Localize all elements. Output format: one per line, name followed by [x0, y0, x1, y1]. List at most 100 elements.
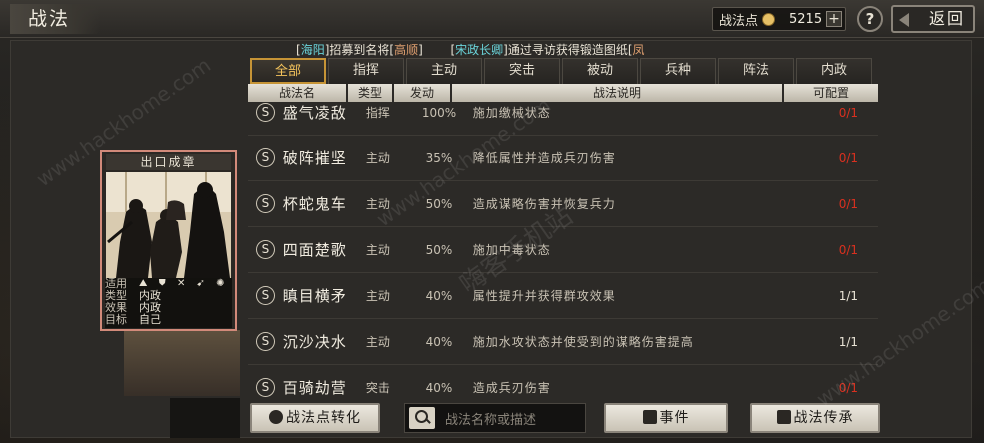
back-arrow-icon: [899, 13, 909, 27]
skill-rate: 50%: [425, 242, 453, 257]
skill-config-count: 1/1: [838, 334, 859, 349]
skill-description: 施加缴械状态: [472, 106, 551, 120]
skill-table-body: S 盛气凌敌 指挥 100% 施加缴械状态 0/1 S 破阵摧坚 主动 35% 降低属性并造成兵刃伤…: [248, 102, 878, 398]
inherit-skill-button[interactable]: 战法传承: [750, 403, 880, 433]
events-label: 事件: [659, 410, 690, 426]
skill-card-preview[interactable]: 出口成章 适用 ⛰ ⛊ ✕ ➹ ✺ 类型 内政 效果 内政 目标 自己: [100, 150, 237, 331]
skill-type: 主动: [365, 335, 390, 349]
skill-points-display: 战法点 5215 +: [712, 7, 846, 31]
skill-name: 百骑劫营: [282, 379, 347, 397]
table-row[interactable]: S 瞋目横矛 主动 40% 属性提升并获得群攻效果 1/1: [248, 273, 878, 319]
back-button-label: 返回: [928, 9, 965, 28]
skill-description: 施加水攻状态并使受到的谋略伤害提高: [472, 335, 694, 349]
events-button[interactable]: 事件: [604, 403, 728, 433]
col-header-type[interactable]: 类型: [348, 84, 394, 102]
skill-config-count: 0/1: [838, 242, 859, 257]
help-button[interactable]: ?: [857, 6, 883, 32]
skill-type: 主动: [365, 289, 390, 303]
skill-config-count: 0/1: [838, 380, 859, 395]
skill-points-value: 5215: [789, 11, 823, 27]
grade-badge: S: [256, 286, 275, 305]
col-header-rate[interactable]: 发动: [394, 84, 452, 102]
skill-rate: 100%: [421, 105, 457, 120]
card-title: 出口成章: [106, 154, 231, 170]
grade-badge: S: [256, 194, 275, 213]
tab-troop[interactable]: 兵种: [640, 58, 716, 84]
tab-active[interactable]: 主动: [406, 58, 482, 84]
top-bar: 战法 战法点 5215 + ? 返回: [0, 0, 984, 38]
convert-points-label: 战法点转化: [286, 410, 361, 426]
skill-type: 突击: [365, 381, 390, 395]
skill-name: 杯蛇鬼车: [282, 195, 347, 213]
add-points-button[interactable]: +: [826, 11, 842, 27]
skill-name: 四面楚歌: [282, 241, 347, 259]
skill-rate: 40%: [425, 334, 453, 349]
skill-rate: 35%: [425, 150, 453, 165]
ticker-player-name: 宋政长卿: [455, 43, 504, 57]
skill-config-count: 0/1: [838, 150, 859, 165]
skill-description: 属性提升并获得群攻效果: [472, 289, 616, 303]
skill-description: 造成谋略伤害并恢复兵力: [472, 197, 616, 211]
back-button[interactable]: 返回: [891, 5, 975, 33]
table-row[interactable]: S 破阵摧坚 主动 35% 降低属性并造成兵刃伤害 0/1: [248, 135, 878, 181]
skill-type: 主动: [365, 243, 390, 257]
tab-all[interactable]: 全部: [250, 58, 326, 84]
grade-badge: S: [256, 103, 275, 122]
ticker-target: 高顺: [394, 43, 419, 57]
skill-name: 沉沙决水: [282, 333, 347, 351]
grade-badge: S: [256, 240, 275, 259]
skill-description: 造成兵刃伤害: [472, 381, 551, 395]
target-value: 自己: [139, 313, 161, 326]
skill-rate: 40%: [425, 288, 453, 303]
card-info: 适用 ⛰ ⛊ ✕ ➹ ✺ 类型 内政 效果 内政 目标 自己: [105, 278, 232, 328]
skill-type: 主动: [365, 197, 390, 211]
search-placeholder[interactable]: 战法名称或描述: [445, 409, 536, 428]
table-row[interactable]: S 杯蛇鬼车 主动 50% 造成谋略伤害并恢复兵力 0/1: [248, 181, 878, 227]
ticker-text: 招募到名将: [329, 43, 390, 57]
card-illustration: [106, 172, 231, 278]
grade-badge: S: [256, 378, 275, 397]
skill-config-count: 0/1: [838, 105, 859, 120]
table-header: 战法名 类型 发动 战法说明 可配置: [248, 84, 878, 102]
tab-command[interactable]: 指挥: [328, 58, 404, 84]
col-header-desc: 战法说明: [452, 84, 784, 102]
table-row[interactable]: S 四面楚歌 主动 50% 施加中毒状态 0/1: [248, 227, 878, 273]
ticker-text: 通过寻访获得锻造图纸: [507, 43, 628, 57]
table-row[interactable]: S 沉沙决水 主动 40% 施加水攻状态并使受到的谋略伤害提高 1/1: [248, 319, 878, 365]
convert-points-button[interactable]: 战法点转化: [250, 403, 380, 433]
skill-config-count: 1/1: [838, 288, 859, 303]
grade-badge: S: [256, 148, 275, 167]
grade-badge: S: [256, 332, 275, 351]
scroll-icon: [642, 410, 657, 424]
skill-description: 施加中毒状态: [472, 243, 551, 257]
news-ticker: [海阳]招募到名将[高顺] [宋政长卿]通过寻访获得锻造图纸[凤: [296, 43, 645, 57]
coin-icon: [762, 12, 776, 26]
skill-config-count: 0/1: [838, 196, 859, 211]
skill-name: 瞋目横矛: [282, 287, 347, 305]
col-header-name[interactable]: 战法名: [248, 84, 348, 102]
tab-assault[interactable]: 突击: [484, 58, 560, 84]
card-shadow-dark: [170, 398, 240, 438]
page-title: 战法: [10, 4, 100, 34]
col-header-config[interactable]: 可配置: [784, 84, 878, 102]
inherit-skill-label: 战法传承: [793, 410, 854, 426]
tab-formation[interactable]: 阵法: [718, 58, 794, 84]
skill-description: 降低属性并造成兵刃伤害: [472, 151, 616, 165]
search-icon[interactable]: [409, 407, 435, 429]
skill-rate: 40%: [425, 380, 453, 395]
table-row[interactable]: S 百骑劫营 突击 40% 造成兵刃伤害 0/1: [248, 365, 878, 398]
search-bar[interactable]: 战法名称或描述: [404, 403, 586, 433]
tab-internal[interactable]: 内政: [796, 58, 872, 84]
category-tabs: 全部 指挥 主动 突击 被动 兵种 阵法 内政: [250, 58, 874, 84]
table-row[interactable]: S 盛气凌敌 指挥 100% 施加缴械状态 0/1: [248, 102, 878, 136]
ticker-player-name: 海阳: [300, 43, 325, 57]
warriors-illustration: [106, 172, 231, 278]
skill-type: 指挥: [365, 106, 390, 120]
skill-name: 盛气凌敌: [282, 104, 347, 122]
skill-type: 主动: [365, 151, 390, 165]
tab-passive[interactable]: 被动: [562, 58, 638, 84]
skill-rate: 50%: [425, 196, 453, 211]
ticker-target: 凤: [632, 43, 645, 57]
skill-name: 破阵摧坚: [282, 149, 347, 167]
hammer-icon: [776, 410, 791, 424]
